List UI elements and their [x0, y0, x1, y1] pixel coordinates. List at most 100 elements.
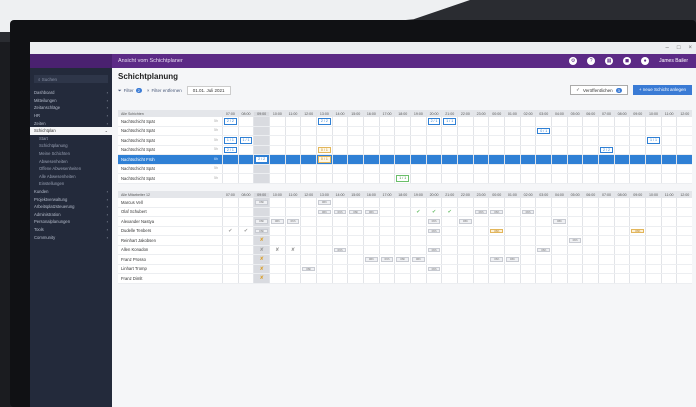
slot-cell[interactable] — [269, 117, 285, 126]
slot-cell[interactable]: 06h — [629, 226, 645, 235]
slot-cell[interactable]: 06h — [253, 226, 270, 235]
slot-cell[interactable]: 06h — [425, 245, 442, 254]
slot-cell[interactable] — [300, 145, 316, 154]
slot-cell[interactable] — [566, 136, 583, 145]
slot-cell[interactable] — [457, 264, 473, 273]
slot-cell[interactable]: ✘ — [253, 236, 270, 245]
slot-cell[interactable] — [504, 245, 520, 254]
slot-cell[interactable] — [629, 136, 645, 145]
slot-cell[interactable]: 06h — [363, 207, 379, 216]
slot-cell[interactable] — [441, 245, 457, 254]
slot-cell[interactable]: 06h — [488, 207, 504, 216]
slot-cell[interactable] — [535, 207, 551, 216]
slot-cell[interactable] — [300, 174, 316, 183]
slot-cell[interactable] — [613, 155, 630, 164]
slot-cell[interactable] — [566, 155, 583, 164]
slot-cell[interactable]: 06h — [425, 264, 442, 273]
slot-cell[interactable] — [488, 245, 504, 254]
employee-row[interactable]: Allen Konadon ✘ ✘ ✘ 06h 06h 06h — [118, 245, 692, 255]
slot-cell[interactable] — [300, 217, 316, 226]
slot-cell[interactable] — [300, 255, 316, 264]
slot-cell[interactable] — [598, 164, 614, 173]
slot-cell[interactable] — [284, 117, 301, 126]
slot-cell[interactable] — [598, 245, 614, 254]
sidebar-item[interactable]: Dashboard › — [30, 89, 112, 97]
slot-cell[interactable] — [237, 255, 254, 264]
slot-cell[interactable] — [598, 255, 614, 264]
slot-cell[interactable] — [472, 226, 489, 235]
slot-cell[interactable] — [284, 207, 301, 216]
slot-cell[interactable] — [613, 245, 630, 254]
slot-cell[interactable] — [472, 136, 489, 145]
slot-cell[interactable] — [519, 145, 536, 154]
slot-cell[interactable] — [629, 155, 645, 164]
slot-cell[interactable] — [457, 274, 473, 283]
slot-cell[interactable] — [519, 236, 536, 245]
slot-cell[interactable] — [410, 136, 426, 145]
slot-cell[interactable] — [660, 255, 677, 264]
slot-cell[interactable] — [394, 207, 410, 216]
slot-cell[interactable] — [331, 236, 348, 245]
slot-cell[interactable] — [582, 164, 598, 173]
slot-cell[interactable] — [504, 274, 520, 283]
sidebar-item[interactable]: Schichtplanung — [30, 142, 112, 150]
slot-cell[interactable] — [284, 226, 301, 235]
slot-cell[interactable] — [598, 236, 614, 245]
assignment-pill[interactable]: 06h — [568, 238, 582, 243]
slot-cell[interactable] — [472, 236, 489, 245]
assignment-pill[interactable]: 06h — [506, 257, 519, 262]
slot-cell[interactable] — [394, 226, 410, 235]
slot-cell[interactable]: ✔ — [441, 207, 457, 216]
slot-cell[interactable] — [582, 217, 598, 226]
slot-cell[interactable] — [347, 264, 363, 273]
slot-cell[interactable] — [441, 255, 457, 264]
slot-cell[interactable]: ✘ — [253, 264, 270, 273]
employee-row[interactable]: Dudelle Tenbers ✔ ✔ 06h 06h 06h 06h — [118, 226, 692, 236]
slot-cell[interactable] — [269, 198, 285, 207]
assignment-pill[interactable]: 06h — [271, 219, 284, 224]
sidebar-item[interactable]: Alle Abwesenheiten — [30, 173, 112, 181]
slot-cell[interactable] — [660, 245, 677, 254]
slot-cell[interactable] — [441, 164, 457, 173]
slot-cell[interactable] — [269, 255, 285, 264]
slot-cell[interactable] — [613, 217, 630, 226]
slot-cell[interactable] — [613, 164, 630, 173]
slot-cell[interactable]: 06h — [488, 255, 504, 264]
slot-cell[interactable]: ✔ — [237, 226, 254, 235]
slot-cell[interactable] — [566, 245, 583, 254]
slot-cell[interactable] — [676, 255, 692, 264]
slot-cell[interactable] — [394, 245, 410, 254]
slot-cell[interactable] — [410, 145, 426, 154]
slot-cell[interactable] — [551, 264, 567, 273]
slot-cell[interactable] — [222, 164, 238, 173]
slot-cell[interactable] — [425, 136, 442, 145]
slot-cell[interactable] — [535, 155, 551, 164]
slot-cell[interactable] — [331, 174, 348, 183]
slot-cell[interactable]: 06h — [551, 217, 567, 226]
slot-cell[interactable] — [582, 198, 598, 207]
slot-cell[interactable] — [598, 117, 614, 126]
slot-cell[interactable] — [457, 207, 473, 216]
assignment-pill[interactable]: 06h — [459, 219, 472, 224]
slot-cell[interactable] — [394, 236, 410, 245]
slot-cell[interactable] — [347, 155, 363, 164]
shift-block[interactable]: 1 / 1 — [647, 137, 660, 144]
slot-cell[interactable] — [378, 207, 395, 216]
slot-cell[interactable] — [504, 117, 520, 126]
slot-cell[interactable] — [613, 236, 630, 245]
slot-cell[interactable]: 1 / 1 — [645, 136, 661, 145]
sidebar-item[interactable]: Einstellungen — [30, 180, 112, 188]
slot-cell[interactable] — [347, 164, 363, 173]
slot-cell[interactable] — [551, 164, 567, 173]
slot-cell[interactable]: ✔ — [410, 207, 426, 216]
slot-cell[interactable] — [472, 126, 489, 135]
shift-block[interactable]: 2 / 2 — [224, 118, 237, 125]
slot-cell[interactable] — [316, 236, 332, 245]
sidebar-search-input[interactable]: ⌕ Suchen — [34, 75, 108, 83]
slot-cell[interactable] — [566, 217, 583, 226]
slot-cell[interactable]: 06h — [253, 198, 270, 207]
slot-cell[interactable] — [535, 145, 551, 154]
slot-cell[interactable] — [363, 245, 379, 254]
sidebar-item[interactable]: Kunden › — [30, 188, 112, 196]
slot-cell[interactable] — [676, 274, 692, 283]
